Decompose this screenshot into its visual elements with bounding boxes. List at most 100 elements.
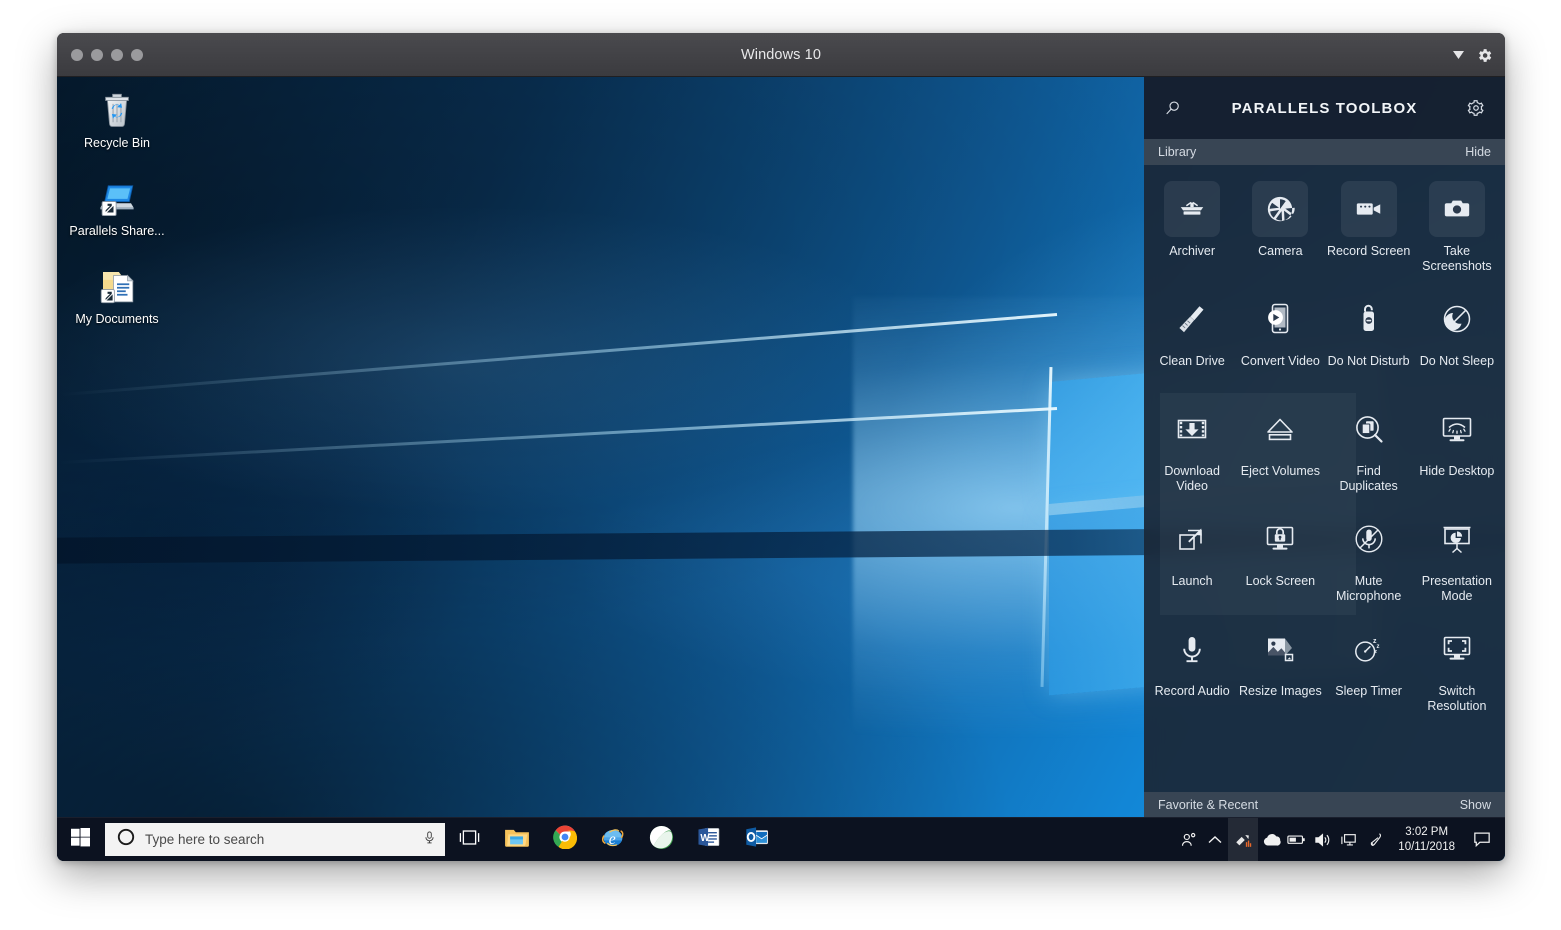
image-resize-icon: [1252, 621, 1308, 677]
parallels-toolbox-icon: [649, 825, 674, 855]
pen-icon[interactable]: [1362, 818, 1388, 862]
taskbar-app-parallels-toolbox[interactable]: [637, 818, 685, 862]
library-label: Library: [1158, 145, 1196, 159]
tool-hide-desktop[interactable]: Hide Desktop: [1413, 393, 1501, 503]
task-view-icon: [459, 829, 480, 851]
phone-play-icon: [1252, 291, 1308, 347]
parallels-tray-icon[interactable]: [1228, 818, 1258, 862]
cortana-circle-icon: [117, 828, 135, 851]
onedrive-cloud-icon[interactable]: [1258, 818, 1284, 862]
window-title: Windows 10: [57, 33, 1505, 77]
show-hidden-icons-chevron[interactable]: [1202, 818, 1228, 862]
desktop-icon-parallels-share[interactable]: Parallels Share...: [63, 173, 171, 243]
svg-text:W: W: [700, 833, 710, 844]
taskbar-app-outlook[interactable]: [733, 818, 781, 862]
word-icon: W: [697, 825, 721, 854]
tool-camera[interactable]: Camera: [1236, 173, 1324, 283]
tool-download-video[interactable]: Download Video: [1148, 393, 1236, 503]
favorite-recent-show-button[interactable]: Show: [1460, 798, 1491, 812]
toolbox-title: PARALLELS TOOLBOX: [1186, 100, 1463, 117]
tool-record-audio[interactable]: Record Audio: [1148, 613, 1236, 723]
tool-label: Sleep Timer: [1335, 684, 1402, 699]
microphone-icon: [1164, 621, 1220, 677]
toolbox-tool-grid[interactable]: Archiver Camera: [1144, 165, 1505, 792]
toolbox-library-bar[interactable]: Library Hide: [1144, 139, 1505, 165]
gear-icon[interactable]: [1476, 47, 1493, 64]
tool-label: Archiver: [1169, 244, 1215, 259]
tool-lock-screen[interactable]: Lock Screen: [1236, 503, 1324, 613]
people-icon[interactable]: [1176, 818, 1202, 862]
desktop-icon-my-documents[interactable]: My Documents: [63, 261, 171, 331]
tool-label: Take Screenshots: [1415, 244, 1499, 274]
desktop-icon-recycle-bin[interactable]: Recycle Bin: [63, 85, 171, 155]
system-tray[interactable]: 3:02 PM 10/11/2018: [1176, 818, 1505, 862]
tool-do-not-sleep[interactable]: Do Not Sleep: [1413, 283, 1501, 393]
action-center-button[interactable]: [1467, 818, 1497, 862]
taskbar-app-internet-explorer[interactable]: e: [589, 818, 637, 862]
tool-label: Do Not Disturb: [1328, 354, 1410, 369]
tool-label: Hide Desktop: [1419, 464, 1494, 479]
tool-label: Mute Microphone: [1327, 574, 1411, 604]
tool-label: Find Duplicates: [1327, 464, 1411, 494]
task-view-button[interactable]: [445, 818, 493, 862]
taskbar-app-word[interactable]: W: [685, 818, 733, 862]
tool-sleep-timer[interactable]: z z z Sleep Timer: [1325, 613, 1413, 723]
favorite-recent-label: Favorite & Recent: [1158, 798, 1258, 812]
search-icon[interactable]: [1160, 95, 1186, 121]
parallels-toolbox-panel[interactable]: PARALLELS TOOLBOX Library Hide: [1144, 77, 1505, 818]
tool-do-not-disturb[interactable]: Do Not Disturb: [1325, 283, 1413, 393]
taskbar-clock[interactable]: 3:02 PM 10/11/2018: [1388, 825, 1467, 855]
tool-presentation-mode[interactable]: Presentation Mode: [1413, 503, 1501, 613]
video-camera-icon: [1341, 181, 1397, 237]
microphone-icon[interactable]: [422, 830, 437, 850]
tool-clean-drive[interactable]: Clean Drive: [1148, 283, 1236, 393]
photo-camera-icon: [1429, 181, 1485, 237]
tool-label: Record Audio: [1155, 684, 1230, 699]
tool-mute-microphone[interactable]: Mute Microphone: [1325, 503, 1413, 613]
windows-taskbar[interactable]: Type here to search: [57, 817, 1505, 861]
tool-switch-resolution[interactable]: Switch Resolution: [1413, 613, 1501, 723]
window-titlebar[interactable]: Windows 10: [57, 33, 1505, 77]
tool-launch[interactable]: Launch: [1148, 503, 1236, 613]
tool-label: Presentation Mode: [1415, 574, 1499, 604]
launch-arrow-icon: [1164, 511, 1220, 567]
windows-desktop[interactable]: Recycle Bin Parallels Share...: [57, 77, 1505, 861]
tool-archiver[interactable]: Archiver: [1148, 173, 1236, 283]
toolbox-settings-gear-icon[interactable]: [1463, 95, 1489, 121]
tool-eject-volumes[interactable]: Eject Volumes: [1236, 393, 1324, 503]
tool-label: Record Screen: [1327, 244, 1410, 259]
tool-label: Download Video: [1150, 464, 1234, 494]
clock-zzz-icon: z z z: [1341, 621, 1397, 677]
tool-record-screen[interactable]: Record Screen: [1325, 173, 1413, 283]
taskbar-app-chrome[interactable]: [541, 818, 589, 862]
search-input[interactable]: Type here to search: [145, 832, 422, 847]
battery-icon[interactable]: [1284, 818, 1310, 862]
taskbar-app-file-explorer[interactable]: [493, 818, 541, 862]
start-button[interactable]: [57, 818, 104, 862]
svg-text:e: e: [609, 831, 616, 848]
monitor-corners-icon: [1429, 621, 1485, 677]
toolbox-favorite-recent-bar[interactable]: Favorite & Recent Show: [1144, 792, 1505, 818]
tool-label: Resize Images: [1239, 684, 1322, 699]
my-documents-icon: [96, 265, 138, 307]
volume-icon[interactable]: [1310, 818, 1336, 862]
titlebar-actions[interactable]: [1453, 33, 1493, 77]
clock-date: 10/11/2018: [1398, 840, 1455, 855]
internet-explorer-icon: e: [600, 825, 626, 854]
film-download-icon: [1164, 401, 1220, 457]
tool-label: Do Not Sleep: [1420, 354, 1494, 369]
taskbar-search-box[interactable]: Type here to search: [105, 823, 445, 856]
tool-resize-images[interactable]: Resize Images: [1236, 613, 1324, 723]
tool-label: Eject Volumes: [1241, 464, 1320, 479]
tool-find-duplicates[interactable]: Find Duplicates: [1325, 393, 1413, 503]
tool-label: Clean Drive: [1159, 354, 1224, 369]
network-monitor-icon[interactable]: [1336, 818, 1362, 862]
tool-take-screenshots[interactable]: Take Screenshots: [1413, 173, 1501, 283]
monitor-eye-icon: [1429, 401, 1485, 457]
presentation-chart-icon: [1429, 511, 1485, 567]
file-explorer-icon: [504, 826, 530, 853]
desktop-icon-list: Recycle Bin Parallels Share...: [63, 85, 183, 349]
tool-convert-video[interactable]: Convert Video: [1236, 283, 1324, 393]
library-hide-button[interactable]: Hide: [1465, 145, 1491, 159]
chevron-down-icon[interactable]: [1453, 51, 1464, 59]
